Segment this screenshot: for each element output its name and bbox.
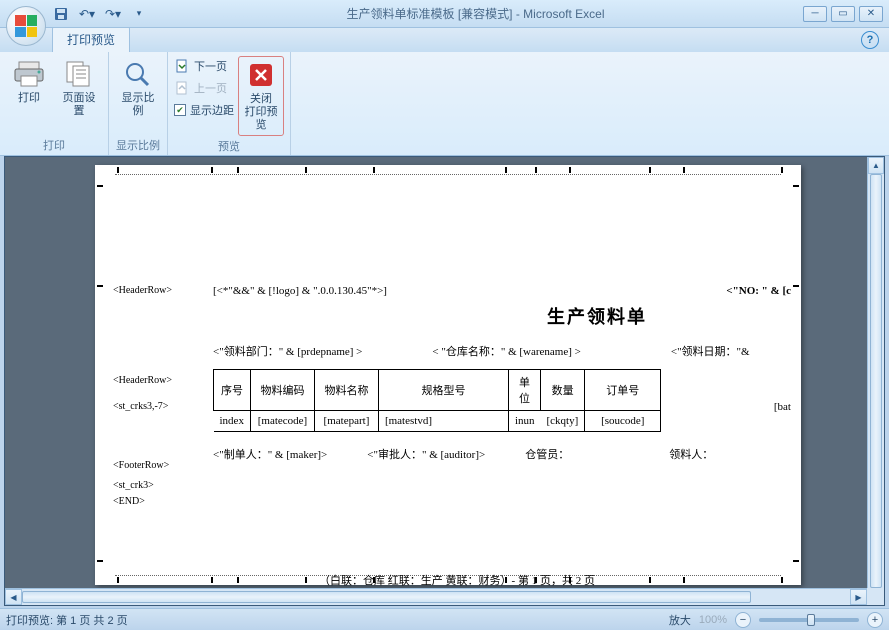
undo-icon[interactable]: ↶▾ (78, 5, 96, 23)
minimize-button[interactable]: ─ (803, 6, 827, 22)
vertical-scrollbar[interactable]: ▲ ▼ (867, 157, 884, 605)
scroll-up-button[interactable]: ▲ (868, 157, 884, 174)
column-handle[interactable] (649, 167, 651, 173)
material-table: 序号 物料编码 物料名称 规格型号 单位 数量 订单号 index [matec… (213, 369, 661, 432)
row-handle[interactable] (97, 285, 103, 287)
checkbox-checked-icon: ✔ (174, 104, 186, 116)
preview-area: <HeaderRow> [<*"&&" & [!logo] & ".0.0.13… (4, 156, 885, 606)
table-header-row: 序号 物料编码 物料名称 规格型号 单位 数量 订单号 (214, 370, 661, 411)
window-title: 生产领料单标准模板 [兼容模式] - Microsoft Excel (148, 5, 803, 22)
print-button[interactable]: 打印 (6, 56, 52, 107)
prev-page-icon (174, 80, 190, 96)
group-label-zoom: 显示比例 (115, 135, 161, 153)
row-marker: <HeaderRow> (113, 375, 172, 386)
close-icon (245, 59, 277, 91)
top-margin-guide[interactable] (115, 174, 781, 175)
column-handle[interactable] (117, 167, 119, 173)
auditor-expr: <"审批人：" & [auditor]> (367, 446, 485, 462)
printer-icon (13, 58, 45, 90)
help-button[interactable]: ? (861, 31, 879, 49)
zoom-percent: 100% (699, 614, 727, 626)
titlebar: ↶▾ ↷▾ ▾ 生产领料单标准模板 [兼容模式] - Microsoft Exc… (0, 0, 889, 28)
scroll-left-button[interactable]: ◀ (5, 589, 22, 605)
quick-access-toolbar: ↶▾ ↷▾ ▾ (52, 0, 148, 27)
keeper-label: 仓管员： (525, 446, 569, 462)
page-preview[interactable]: <HeaderRow> [<*"&&" & [!logo] & ".0.0.13… (95, 165, 801, 585)
ware-expr: < "仓库名称：" & [warename] > (432, 343, 580, 359)
zoom-slider[interactable] (759, 618, 859, 622)
magnifier-icon (122, 58, 154, 90)
qat-more-icon[interactable]: ▾ (130, 5, 148, 23)
close-window-button[interactable]: ✕ (859, 6, 883, 22)
no-expr: <"NO: " & [c (726, 285, 791, 297)
redo-icon[interactable]: ↷▾ (104, 5, 122, 23)
maximize-button[interactable]: ▭ (831, 6, 855, 22)
row-handle[interactable] (793, 185, 799, 187)
zoom-button[interactable]: 显示比例 (115, 56, 161, 120)
row-marker: <HeaderRow> (113, 285, 172, 296)
picker-label: 领料人： (669, 446, 713, 462)
date-expr: <"领料日期："& (671, 343, 750, 359)
next-page-icon (174, 58, 190, 74)
zoom-slider-thumb[interactable] (807, 614, 815, 626)
office-button[interactable] (6, 6, 48, 48)
ribbon: 打印 页面设置 打印 显示比例 显示比例 下一页 (0, 52, 889, 156)
horizontal-scrollbar[interactable]: ◀ ▶ (5, 588, 867, 605)
group-print: 打印 页面设置 打印 (0, 52, 109, 155)
column-handle[interactable] (535, 167, 537, 173)
page-setup-icon (63, 58, 95, 90)
close-preview-button[interactable]: 关闭打印预览 (238, 56, 284, 136)
group-label-print: 打印 (6, 135, 102, 153)
prev-page-button: 上一页 (174, 78, 234, 98)
dept-expr: <"领料部门：" & [prdepname] > (213, 343, 362, 359)
document-content: <HeaderRow> [<*"&&" & [!logo] & ".0.0.13… (113, 285, 801, 588)
row-handle[interactable] (97, 185, 103, 187)
group-label-preview: 预览 (174, 136, 284, 154)
scrollbar-corner (867, 588, 884, 605)
tab-print-preview[interactable]: 打印预览 (52, 26, 130, 52)
scroll-thumb[interactable] (22, 591, 751, 603)
save-icon[interactable] (52, 5, 70, 23)
column-handle[interactable] (211, 167, 213, 173)
row-marker: <st_crk3> (113, 480, 154, 491)
column-handle[interactable] (569, 167, 571, 173)
zoom-in-button[interactable]: + (867, 612, 883, 628)
status-bar: 打印预览: 第 1 页 共 2 页 放大 100% − + (0, 608, 889, 630)
column-handle[interactable] (505, 167, 507, 173)
page-setup-button[interactable]: 页面设置 (56, 56, 102, 120)
show-margins-checkbox[interactable]: ✔ 显示边距 (174, 100, 234, 120)
scroll-right-button[interactable]: ▶ (850, 589, 867, 605)
column-handle[interactable] (237, 167, 239, 173)
group-zoom: 显示比例 显示比例 (109, 52, 168, 155)
document-title: 生产领料单 (393, 303, 801, 329)
row-marker: <FooterRow> (113, 460, 169, 471)
column-handle[interactable] (373, 167, 375, 173)
group-preview: 下一页 上一页 ✔ 显示边距 关闭打印预览 预览 (168, 52, 291, 155)
ribbon-tabs: 打印预览 ? (0, 28, 889, 52)
page-footer: （白联：仓库 红联：生产 黄联：财务）- 第 1 页，共 2 页 (113, 572, 801, 588)
scroll-thumb[interactable] (870, 174, 882, 588)
row-handle[interactable] (97, 560, 103, 562)
next-page-button[interactable]: 下一页 (174, 56, 234, 76)
column-handle[interactable] (305, 167, 307, 173)
column-handle[interactable] (781, 167, 783, 173)
row-marker: <END> (113, 496, 145, 507)
maker-expr: <"制单人：" & [maker]> (213, 446, 327, 462)
table-row: index [matecode] [matepart] [matestvd] i… (214, 411, 661, 432)
column-handle[interactable] (683, 167, 685, 173)
zoom-out-button[interactable]: − (735, 612, 751, 628)
bat-cell: [bat (774, 401, 791, 413)
zoom-label: 放大 (669, 612, 691, 628)
header-expr: [<*"&&" & [!logo] & ".0.0.130.45"*>] (213, 285, 387, 297)
row-marker: <st_crks3,-7> (113, 401, 168, 412)
status-text: 打印预览: 第 1 页 共 2 页 (6, 612, 128, 628)
